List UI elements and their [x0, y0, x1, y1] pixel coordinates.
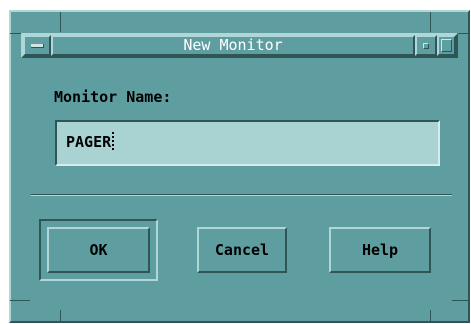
monitor-name-input[interactable]: PAGER — [55, 120, 440, 166]
monitor-name-label: Monitor Name: — [54, 88, 172, 106]
help-button[interactable]: Help — [329, 227, 431, 273]
window-menu-icon — [31, 44, 44, 48]
minimize-button[interactable] — [415, 35, 437, 56]
button-panel: OK Cancel Help — [31, 196, 452, 310]
monitor-name-value: PAGER — [66, 133, 112, 151]
frame-tick-top-left-v — [60, 12, 61, 32]
window-title[interactable]: New Monitor — [51, 35, 415, 56]
monitor-name-panel: Monitor Name: PAGER — [31, 66, 452, 195]
frame-tick-bottom-left — [10, 300, 30, 301]
title-bar[interactable]: New Monitor — [21, 33, 458, 58]
window-menu-button[interactable] — [23, 35, 51, 56]
maximize-button[interactable] — [437, 35, 456, 56]
frame-tick-bottom-right — [449, 300, 469, 301]
cancel-button[interactable]: Cancel — [197, 227, 287, 273]
minimize-icon — [423, 43, 429, 49]
frame-tick-top-right-v — [430, 12, 431, 32]
text-cursor-icon — [112, 132, 115, 150]
maximize-icon — [441, 39, 452, 52]
ok-button[interactable]: OK — [47, 227, 150, 273]
